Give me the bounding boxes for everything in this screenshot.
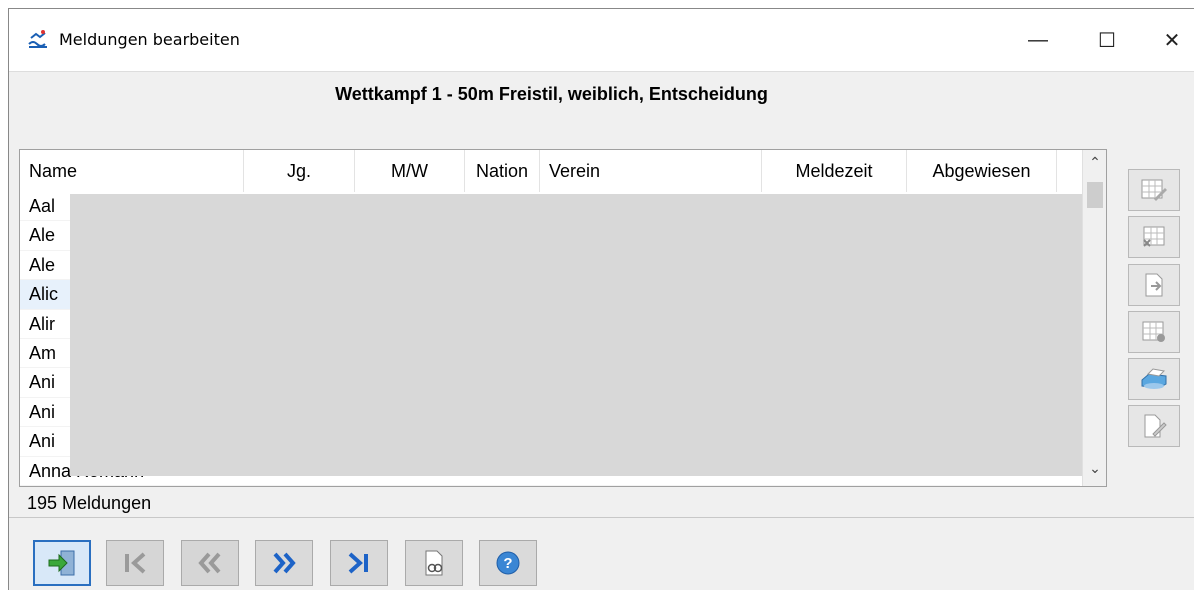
next-record-button[interactable] — [255, 540, 313, 586]
minimize-button[interactable]: — — [1015, 17, 1061, 63]
exit-icon — [48, 550, 75, 576]
close-button[interactable]: ✕ — [1149, 17, 1194, 63]
edit-grid-icon — [1141, 179, 1167, 201]
column-header-entry-time[interactable]: Meldezeit — [762, 150, 907, 192]
competition-header: Wettkampf 1 - 50m Freistil, weiblich, En… — [9, 71, 1194, 131]
delete-grid-icon — [1143, 226, 1165, 247]
competition-title: Wettkampf 1 - 50m Freistil, weiblich, En… — [335, 84, 768, 104]
scroll-up-icon[interactable]: ⌃ — [1083, 154, 1106, 178]
window-title: Meldungen bearbeiten — [59, 30, 240, 49]
preview-icon — [425, 550, 443, 576]
previous-record-button[interactable] — [181, 540, 239, 586]
help-button[interactable]: ? — [479, 540, 537, 586]
svg-text:?: ? — [503, 555, 512, 572]
meldungen-window: Meldungen bearbeiten — ☐ ✕ Wettkampf 1 -… — [8, 8, 1194, 590]
entries-count: 195 Meldungen — [27, 493, 152, 513]
entries-table: Name Jg. M/W Nation Verein Meldezeit Abg… — [19, 149, 1107, 487]
maximize-button[interactable]: ☐ — [1084, 17, 1130, 63]
column-header-rejected[interactable]: Abgewiesen — [907, 150, 1057, 192]
redaction-overlay — [70, 194, 1082, 476]
export-doc-icon — [1145, 273, 1163, 297]
title-bar: Meldungen bearbeiten — ☐ ✕ — [9, 9, 1194, 71]
print-button[interactable] — [1128, 358, 1180, 400]
first-record-button[interactable] — [106, 540, 164, 586]
export-button[interactable] — [1128, 264, 1180, 306]
exit-button[interactable] — [33, 540, 91, 586]
column-header-name[interactable]: Name — [20, 150, 244, 192]
table-header: Name Jg. M/W Nation Verein Meldezeit Abg… — [20, 150, 1080, 192]
delete-entry-button[interactable] — [1128, 216, 1180, 258]
previous-icon — [198, 552, 221, 574]
bottom-toolbar: ? — [9, 517, 1194, 590]
print-icon — [1141, 368, 1167, 389]
edit-entry-button[interactable] — [1128, 169, 1180, 211]
scroll-down-icon[interactable]: ⌄ — [1083, 460, 1106, 484]
column-header-nation[interactable]: Nation — [465, 150, 540, 192]
column-header-club[interactable]: Verein — [540, 150, 762, 192]
column-header-gender[interactable]: M/W — [355, 150, 465, 192]
preview-button[interactable] — [405, 540, 463, 586]
grid-refresh-icon — [1142, 321, 1165, 342]
last-record-button[interactable] — [330, 540, 388, 586]
help-icon: ? — [496, 551, 520, 575]
document-edit-icon — [1144, 414, 1167, 438]
last-icon — [348, 552, 368, 574]
refresh-grid-button[interactable] — [1128, 311, 1180, 353]
app-logo-icon — [27, 28, 49, 50]
vertical-scrollbar[interactable]: ⌃ ⌄ — [1082, 150, 1106, 486]
first-icon — [125, 552, 146, 574]
column-header-year[interactable]: Jg. — [244, 150, 355, 192]
scroll-thumb[interactable] — [1087, 182, 1103, 208]
next-icon — [273, 552, 296, 574]
document-edit-button[interactable] — [1128, 405, 1180, 447]
